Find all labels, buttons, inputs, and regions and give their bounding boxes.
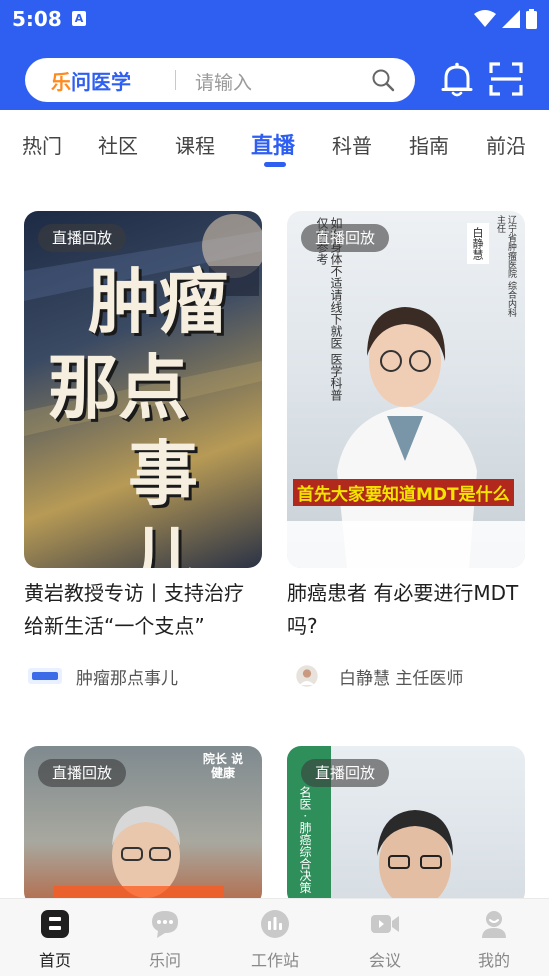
tab-frontier[interactable]: 前沿 [486, 130, 526, 159]
nav-label: 工作站 [250, 951, 299, 970]
author-logo [28, 668, 62, 684]
card-title[interactable]: 肺癌患者 有必要进行MDT吗? [287, 577, 525, 643]
author-row[interactable]: 白静慧 主任医师 [287, 661, 463, 691]
nav-workstation[interactable]: 工作站 [220, 907, 330, 971]
video-thumbnail[interactable]: 肿瘤 那点 事儿 直播回放 [24, 211, 262, 568]
author-row[interactable]: 肿瘤那点事儿 [24, 661, 178, 691]
signal-icon [502, 10, 520, 28]
video-thumbnail[interactable]: 院长 说健康 直播回放 [24, 746, 262, 906]
thumbnail-headline: 肿瘤 那点 事儿 [48, 260, 228, 568]
nav-label: 乐问 [148, 951, 181, 970]
video-icon [371, 915, 399, 933]
app-logo: 乐问医学 [51, 70, 131, 94]
wifi-icon [474, 10, 496, 27]
active-tab-indicator [264, 162, 286, 167]
live-replay-badge: 直播回放 [301, 759, 390, 787]
status-bar: 5:08 A [0, 0, 549, 38]
author-avatar [296, 665, 318, 687]
search-bar[interactable]: 乐问医学 请输入 [25, 58, 415, 102]
thumb-name-badge: 白静慧 [467, 223, 489, 264]
scan-icon[interactable] [489, 62, 523, 96]
battery-icon [526, 9, 537, 29]
tab-hot[interactable]: 热门 [22, 130, 62, 159]
notification-icon: A [72, 11, 86, 26]
bottom-navigation: 首页 乐问 工作站 会议 我的 [0, 898, 549, 976]
card-title[interactable]: 黄岩教授专访丨支持治疗 给新生活“一个支点” [24, 577, 262, 643]
nav-label: 会议 [368, 951, 401, 970]
status-icons [474, 9, 537, 29]
live-replay-badge: 直播回放 [38, 224, 127, 252]
search-input[interactable]: 请输入 [195, 68, 252, 95]
nav-home[interactable]: 首页 [0, 907, 110, 971]
tab-community[interactable]: 社区 [98, 130, 138, 159]
status-time: 5:08 [12, 7, 62, 31]
chat-icon [152, 911, 178, 938]
nav-meeting[interactable]: 会议 [330, 907, 440, 971]
search-divider [175, 70, 176, 90]
thumb-caption: 首先大家要知道MDT是什么 [293, 479, 514, 506]
tab-courses[interactable]: 课程 [175, 130, 215, 159]
nav-label: 我的 [477, 951, 510, 970]
category-tabs: 热门 社区 课程 直播 科普 指南 前沿 [0, 110, 549, 178]
top-header: 5:08 A 乐问医学 请输入 [0, 0, 549, 110]
thumb-hospital-text: 辽宁省肿瘤医院 综合内科主任 [495, 215, 516, 317]
nav-label: 首页 [38, 951, 71, 970]
workstation-icon [261, 910, 289, 938]
search-icon[interactable] [371, 68, 395, 92]
live-replay-badge: 直播回放 [301, 224, 390, 252]
live-replay-badge: 直播回放 [38, 759, 127, 787]
tab-live[interactable]: 直播 [251, 128, 295, 160]
thumb-logo: 院长 说健康 [202, 752, 244, 780]
nav-ask[interactable]: 乐问 [110, 907, 220, 971]
author-name: 肿瘤那点事儿 [76, 668, 178, 689]
home-icon [41, 910, 69, 938]
thumb-side-text: 名医 · 肺癌综合决策 [298, 786, 312, 894]
tab-science[interactable]: 科普 [332, 130, 372, 159]
video-thumbnail[interactable]: 如有身体不适请线下就医 医学科普仅供参考 白静慧 辽宁省肿瘤医院 综合内科主任 … [287, 211, 525, 568]
nav-profile[interactable]: 我的 [439, 907, 549, 971]
bell-icon[interactable] [440, 62, 474, 98]
author-name: 白静慧 主任医师 [339, 668, 464, 689]
video-thumbnail[interactable]: 名医 · 肺癌综合决策 直播回放 [287, 746, 525, 906]
tab-guidelines[interactable]: 指南 [409, 130, 449, 159]
profile-icon [482, 911, 506, 938]
